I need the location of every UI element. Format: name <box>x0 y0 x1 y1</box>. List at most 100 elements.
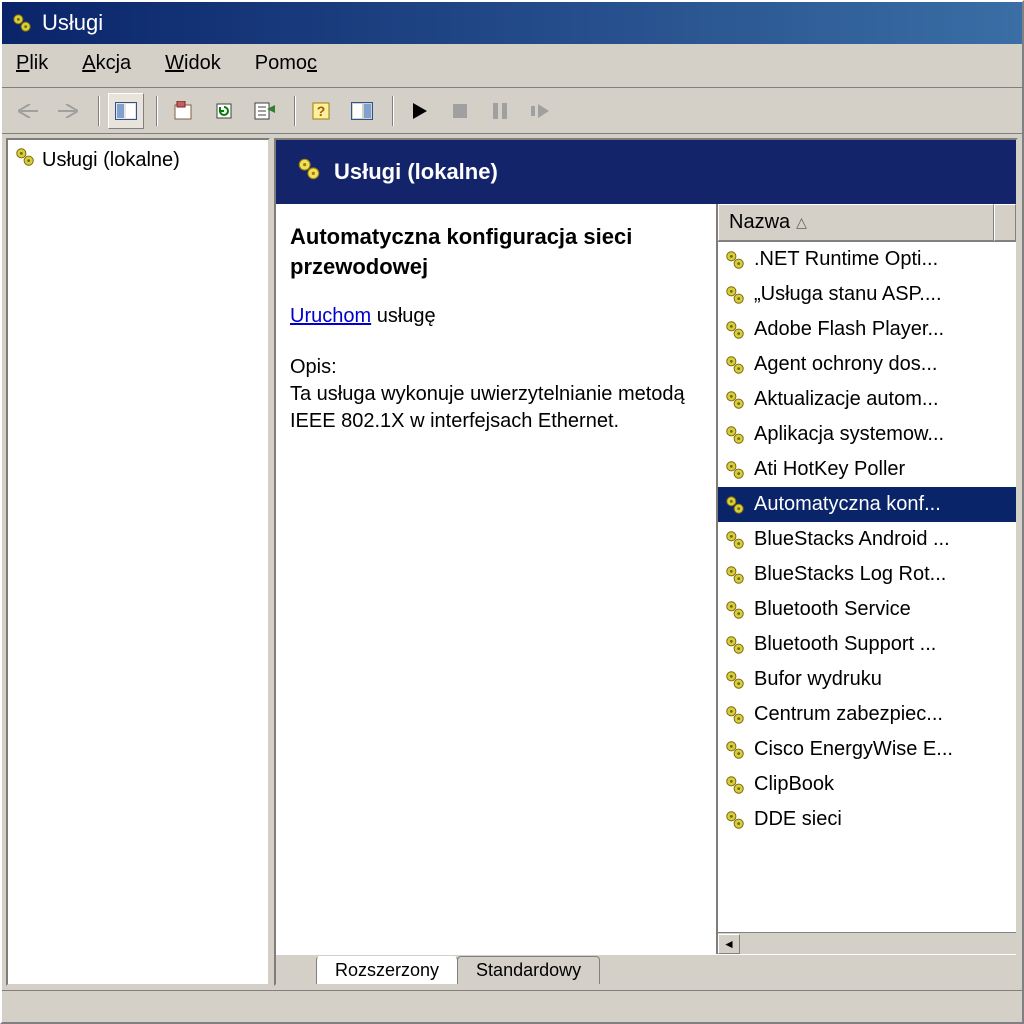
service-name: Cisco EnergyWise E... <box>754 738 953 761</box>
stop-service-button[interactable] <box>442 93 478 129</box>
restart-service-button[interactable] <box>522 93 558 129</box>
description-block: Opis: Ta usługa wykonuje uwierzytelniani… <box>290 354 702 435</box>
service-name: Aplikacja systemow... <box>754 423 944 446</box>
service-name: Centrum zabezpiec... <box>754 703 943 726</box>
menu-widok[interactable]: Widok <box>159 50 227 77</box>
back-button[interactable] <box>10 93 46 129</box>
toolbar-divider <box>392 96 394 126</box>
show-hide-action-pane-button[interactable] <box>344 93 380 129</box>
toolbar-divider <box>98 96 100 126</box>
service-row[interactable]: Aplikacja systemow... <box>718 417 1016 452</box>
selected-service-title: Automatyczna konfiguracja sieci przewodo… <box>290 222 702 281</box>
export-list-button[interactable] <box>246 93 282 129</box>
service-row[interactable]: Bluetooth Service <box>718 592 1016 627</box>
service-name: Ati HotKey Poller <box>754 458 905 481</box>
list-header: Nazwa △ <box>718 204 1016 242</box>
pane-title: Usługi (lokalne) <box>334 159 498 185</box>
content-area: Usługi (lokalne) Usługi (lokalne) Automa… <box>2 134 1022 990</box>
forward-button[interactable] <box>50 93 86 129</box>
description-label: Opis: <box>290 356 337 378</box>
service-name: BlueStacks Log Rot... <box>754 563 946 586</box>
action-suffix: usługę <box>371 305 436 327</box>
toolbar: ? <box>2 88 1022 134</box>
services-icon <box>14 146 36 174</box>
service-row[interactable]: ClipBook <box>718 767 1016 802</box>
menu-plik[interactable]: Plik <box>10 50 54 77</box>
menubar: Plik Akcja Widok Pomoc <box>2 44 1022 88</box>
service-gear-icon <box>724 459 748 481</box>
service-gear-icon <box>724 529 748 551</box>
service-gear-icon <box>724 494 748 516</box>
properties-button[interactable] <box>166 93 202 129</box>
service-name: Automatyczna konf... <box>754 493 941 516</box>
view-tabs: Rozszerzony Standardowy <box>276 954 1016 984</box>
service-row[interactable]: BlueStacks Android ... <box>718 522 1016 557</box>
service-gear-icon <box>724 669 748 691</box>
column-header-next[interactable] <box>994 204 1016 241</box>
service-name: Adobe Flash Player... <box>754 318 944 341</box>
service-row[interactable]: Automatyczna konf... <box>718 487 1016 522</box>
service-gear-icon <box>724 354 748 376</box>
service-row[interactable]: Centrum zabezpiec... <box>718 697 1016 732</box>
toolbar-divider <box>294 96 296 126</box>
tree-root-item[interactable]: Usługi (lokalne) <box>12 144 264 176</box>
service-gear-icon <box>724 704 748 726</box>
service-row[interactable]: Bluetooth Support ... <box>718 627 1016 662</box>
service-name: DDE sieci <box>754 808 842 831</box>
service-row[interactable]: Bufor wydruku <box>718 662 1016 697</box>
statusbar <box>2 990 1022 1022</box>
horizontal-scrollbar[interactable]: ◄ <box>718 932 1016 954</box>
service-row[interactable]: DDE sieci <box>718 802 1016 837</box>
window-title: Usługi <box>42 10 103 36</box>
column-header-name[interactable]: Nazwa △ <box>718 204 994 241</box>
services-list: Nazwa △ .NET Runtime Opti... „Usługa stan… <box>716 204 1016 954</box>
pane-header: Usługi (lokalne) <box>276 140 1016 204</box>
sort-ascending-icon: △ <box>796 214 807 231</box>
detail-pane: Automatyczna konfiguracja sieci przewodo… <box>276 204 716 954</box>
service-row[interactable]: Aktualizacje autom... <box>718 382 1016 417</box>
show-hide-tree-button[interactable] <box>108 93 144 129</box>
service-row[interactable]: Ati HotKey Poller <box>718 452 1016 487</box>
tree-root-label: Usługi (lokalne) <box>42 149 180 172</box>
services-icon <box>296 156 322 188</box>
scroll-left-button[interactable]: ◄ <box>718 934 740 954</box>
service-name: Bluetooth Support ... <box>754 633 936 656</box>
service-name: Bluetooth Service <box>754 598 911 621</box>
service-name: .NET Runtime Opti... <box>754 248 938 271</box>
service-name: BlueStacks Android ... <box>754 528 950 551</box>
service-row[interactable]: Adobe Flash Player... <box>718 312 1016 347</box>
services-window: Usługi Plik Akcja Widok Pomoc ? Usługi (… <box>0 0 1024 1024</box>
service-row[interactable]: BlueStacks Log Rot... <box>718 557 1016 592</box>
service-row[interactable]: Cisco EnergyWise E... <box>718 732 1016 767</box>
toolbar-divider <box>156 96 158 126</box>
menu-pomoc[interactable]: Pomoc <box>249 50 323 77</box>
service-gear-icon <box>724 634 748 656</box>
service-gear-icon <box>724 564 748 586</box>
service-gear-icon <box>724 319 748 341</box>
titlebar[interactable]: Usługi <box>2 2 1022 44</box>
start-service-link[interactable]: Uruchom <box>290 305 371 327</box>
help-button[interactable]: ? <box>304 93 340 129</box>
service-name: Bufor wydruku <box>754 668 882 691</box>
start-service-button[interactable] <box>402 93 438 129</box>
service-name: ClipBook <box>754 773 834 796</box>
service-name: „Usługa stanu ASP.... <box>754 283 942 306</box>
pause-service-button[interactable] <box>482 93 518 129</box>
service-row[interactable]: Agent ochrony dos... <box>718 347 1016 382</box>
service-gear-icon <box>724 389 748 411</box>
service-name: Agent ochrony dos... <box>754 353 937 376</box>
tree-pane[interactable]: Usługi (lokalne) <box>6 138 270 986</box>
service-row[interactable]: .NET Runtime Opti... <box>718 242 1016 277</box>
refresh-button[interactable] <box>206 93 242 129</box>
menu-akcja[interactable]: Akcja <box>76 50 137 77</box>
column-name-label: Nazwa <box>729 211 790 234</box>
list-body[interactable]: .NET Runtime Opti... „Usługa stanu ASP...… <box>718 242 1016 932</box>
service-gear-icon <box>724 249 748 271</box>
tab-standard[interactable]: Standardowy <box>457 956 600 984</box>
service-row[interactable]: „Usługa stanu ASP.... <box>718 277 1016 312</box>
service-gear-icon <box>724 599 748 621</box>
tab-extended[interactable]: Rozszerzony <box>316 956 458 984</box>
service-gear-icon <box>724 739 748 761</box>
services-icon <box>10 11 34 35</box>
svg-text:?: ? <box>317 103 326 119</box>
